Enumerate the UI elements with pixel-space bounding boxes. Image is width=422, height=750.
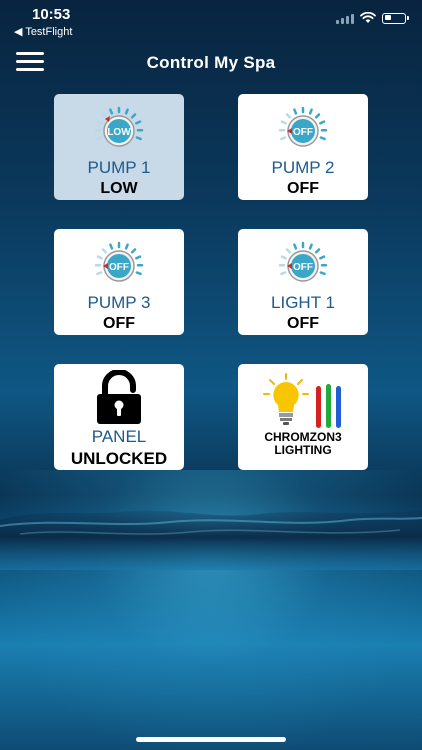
dial-tick bbox=[293, 243, 298, 250]
tile-label: PUMP 3 bbox=[87, 293, 151, 312]
tile-label: PUMP 2 bbox=[271, 158, 335, 177]
status-bar: 10:53 ◀ TestFlight bbox=[0, 0, 422, 40]
tile-state: UNLOCKED bbox=[70, 449, 168, 468]
dial-tick bbox=[319, 136, 326, 141]
brand-line-2: LIGHTING bbox=[274, 443, 332, 457]
tile-state: LOW bbox=[100, 180, 138, 197]
dial-tick bbox=[130, 113, 137, 119]
chromzon3-lighting-label: CHROMZON3 LIGHTING bbox=[238, 431, 368, 457]
dial-tick bbox=[314, 248, 321, 254]
dial-tick bbox=[280, 120, 287, 125]
svg-text:OFF: OFF bbox=[293, 127, 313, 138]
dial-tick bbox=[130, 248, 137, 254]
dial-tick bbox=[109, 108, 114, 115]
water-surface bbox=[0, 510, 422, 570]
status-icons bbox=[336, 12, 409, 24]
dial-tick bbox=[109, 243, 114, 250]
svg-text:LOW: LOW bbox=[107, 127, 131, 138]
app-header: Control My Spa bbox=[0, 44, 422, 84]
dial-tick bbox=[319, 120, 326, 125]
dial-tick bbox=[135, 255, 142, 260]
dial-tick bbox=[280, 271, 287, 276]
dial-tick bbox=[280, 255, 287, 260]
pump-2-tile[interactable]: OFF PUMP 2 OFF bbox=[238, 94, 368, 200]
tile-label: PUMP 1 bbox=[87, 158, 151, 177]
dial-tick bbox=[101, 248, 108, 254]
dial-tick bbox=[101, 113, 108, 119]
dial-tick bbox=[308, 243, 313, 250]
tile-state: OFF bbox=[103, 315, 135, 332]
dial-tick bbox=[314, 113, 321, 119]
dial-tick bbox=[135, 136, 142, 141]
light-1-tile[interactable]: OFF LIGHT 1 OFF bbox=[238, 229, 368, 335]
dial-tick bbox=[319, 255, 326, 260]
dial-tick bbox=[308, 108, 313, 115]
home-indicator[interactable] bbox=[136, 737, 286, 742]
light-dial-icon: OFF bbox=[278, 241, 328, 282]
back-to-app-link[interactable]: ◀ TestFlight bbox=[14, 25, 72, 38]
dial-tick bbox=[285, 113, 292, 119]
tile-state: OFF bbox=[287, 315, 319, 332]
dial-tick bbox=[319, 271, 326, 276]
pump-dial-icon: OFF bbox=[94, 241, 144, 282]
panel-lock-tile[interactable]: PANEL UNLOCKED bbox=[54, 364, 184, 470]
page-title: Control My Spa bbox=[146, 53, 276, 72]
lightbulb-icon bbox=[263, 373, 341, 428]
dial-tick bbox=[96, 136, 103, 141]
dial-tick bbox=[96, 271, 103, 276]
tile-state: OFF bbox=[287, 180, 319, 197]
dial-tick bbox=[293, 108, 298, 115]
clock: 10:53 bbox=[32, 6, 71, 23]
chromzon3-lighting-tile[interactable]: CHROMZON3 LIGHTING bbox=[238, 364, 368, 470]
dial-tick bbox=[124, 243, 129, 250]
pump-dial-icon: OFF bbox=[278, 106, 328, 147]
dial-tick bbox=[285, 248, 292, 254]
pump-1-tile[interactable]: LOW PUMP 1 LOW bbox=[54, 94, 184, 200]
svg-text:OFF: OFF bbox=[109, 262, 129, 273]
tile-label: PANEL bbox=[91, 427, 147, 446]
cellular-signal-icon bbox=[336, 13, 354, 24]
svg-text:OFF: OFF bbox=[293, 262, 313, 273]
pump-dial-icon: LOW bbox=[94, 106, 144, 147]
dial-tick bbox=[124, 108, 129, 115]
dial-tick bbox=[135, 271, 142, 276]
dial-tick bbox=[135, 120, 142, 125]
pump-3-tile[interactable]: OFF PUMP 3 OFF bbox=[54, 229, 184, 335]
padlock-icon bbox=[97, 370, 141, 424]
dial-tick bbox=[96, 120, 103, 125]
tile-label: LIGHT 1 bbox=[271, 293, 335, 312]
dial-tick bbox=[96, 255, 103, 260]
wifi-icon bbox=[360, 12, 376, 23]
battery-icon bbox=[382, 12, 409, 24]
dial-tick bbox=[280, 136, 287, 141]
